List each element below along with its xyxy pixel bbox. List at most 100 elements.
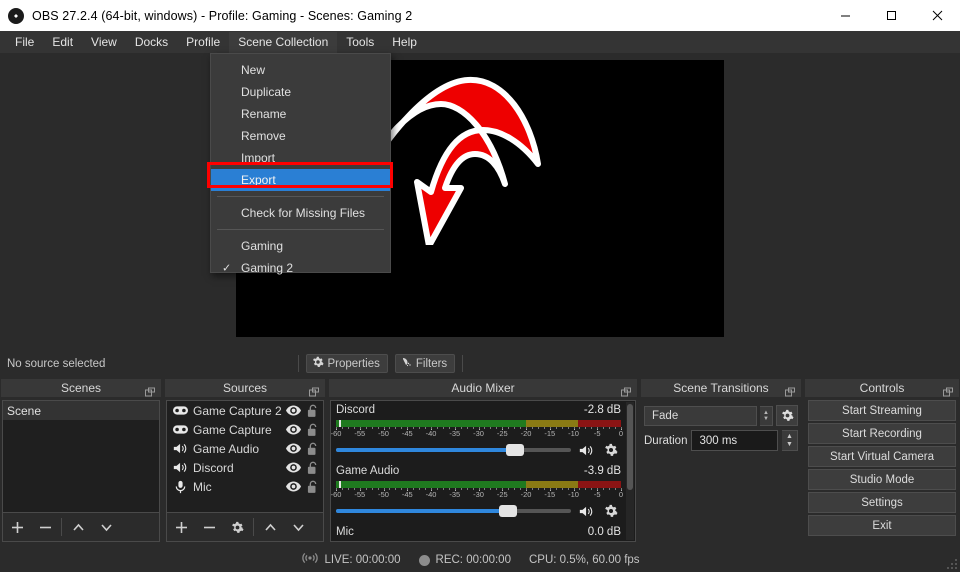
eye-icon[interactable] <box>283 443 303 454</box>
gear-icon[interactable] <box>601 504 621 518</box>
speaker-icon[interactable] <box>576 505 596 518</box>
unlocked-padlock-icon[interactable] <box>303 461 323 475</box>
start-virtual-camera-button[interactable]: Start Virtual Camera <box>808 446 956 467</box>
scene-collection-menu: New Duplicate Rename Remove Import Expor… <box>210 53 391 275</box>
close-button[interactable] <box>914 0 960 31</box>
track-header: Mic 0.0 dB <box>336 526 621 541</box>
meter-tick-label: -10 <box>568 429 579 438</box>
audio-mixer-scrollbar[interactable] <box>626 402 634 540</box>
unlocked-padlock-icon[interactable] <box>303 480 323 494</box>
menu-edit[interactable]: Edit <box>43 32 82 53</box>
menu-item-label: Gaming 2 <box>241 261 294 275</box>
eye-icon[interactable] <box>283 405 303 416</box>
list-item[interactable]: Scene <box>3 401 159 420</box>
transition-properties-button[interactable] <box>776 405 798 426</box>
duration-input[interactable]: 300 ms <box>691 430 778 451</box>
eye-icon[interactable] <box>283 424 303 435</box>
source-properties-button[interactable] <box>223 513 251 541</box>
scrollbar-thumb[interactable] <box>627 404 633 490</box>
meter-tick-label: -60 <box>331 429 342 438</box>
add-scene-button[interactable] <box>3 513 31 541</box>
undock-icon[interactable] <box>145 384 155 397</box>
speaker-icon <box>171 442 189 455</box>
menu-view[interactable]: View <box>82 32 126 53</box>
menu-item-export[interactable]: Export <box>211 169 390 191</box>
add-source-button[interactable] <box>167 513 195 541</box>
undock-icon[interactable] <box>309 384 319 397</box>
transition-spinner[interactable]: ▲ ▼ <box>760 405 773 426</box>
list-item[interactable]: Mic <box>167 477 323 496</box>
meter-tick-label: -15 <box>544 490 556 499</box>
obs-logo-icon <box>8 7 24 24</box>
chevron-up-icon[interactable]: ▲ <box>786 433 793 441</box>
gear-icon[interactable] <box>601 443 621 457</box>
duration-stepper[interactable]: ▲ ▼ <box>782 430 798 451</box>
menu-item-gaming[interactable]: Gaming <box>211 235 390 257</box>
scenes-list[interactable]: Scene <box>3 401 159 511</box>
start-recording-button[interactable]: Start Recording <box>808 423 956 444</box>
sources-list[interactable]: Game Capture 2 Game Capture Game Audio Disc… <box>167 401 323 511</box>
list-item[interactable]: Game Capture <box>167 420 323 439</box>
source-name: Game Audio <box>193 441 260 456</box>
menu-profile[interactable]: Profile <box>177 32 229 53</box>
menu-item-check-for-missing-files[interactable]: Check for Missing Files <box>211 202 390 224</box>
start-streaming-button[interactable]: Start Streaming <box>808 400 956 421</box>
menu-item-gaming-2[interactable]: ✓ Gaming 2 <box>211 257 390 279</box>
menu-item-import[interactable]: Import <box>211 147 390 169</box>
filters-button[interactable]: Filters <box>394 354 456 373</box>
menu-item-new[interactable]: New <box>211 59 390 81</box>
track-db-value: -3.9 dB <box>583 465 621 477</box>
volume-slider[interactable] <box>336 501 571 521</box>
maximize-button[interactable] <box>868 0 914 31</box>
eye-icon[interactable] <box>283 481 303 492</box>
menu-item-remove[interactable]: Remove <box>211 125 390 147</box>
properties-button[interactable]: Properties <box>306 354 388 373</box>
exit-button[interactable]: Exit <box>808 515 956 536</box>
move-scene-down-button[interactable] <box>92 513 120 541</box>
resize-grip-icon[interactable] <box>945 557 958 570</box>
meter-tick-label: 0 <box>618 490 624 499</box>
menu-help[interactable]: Help <box>383 32 426 53</box>
gamepad-icon <box>171 405 189 416</box>
volume-slider[interactable] <box>336 440 571 460</box>
eye-icon[interactable] <box>283 462 303 473</box>
meter-tick-label: -30 <box>473 429 484 438</box>
menu-file[interactable]: File <box>6 32 43 53</box>
scenes-dock-title: Scenes <box>0 378 162 398</box>
move-scene-up-button[interactable] <box>64 513 92 541</box>
list-item[interactable]: Game Audio <box>167 439 323 458</box>
menu-item-rename[interactable]: Rename <box>211 103 390 125</box>
window-title: OBS 27.2.4 (64-bit, windows) - Profile: … <box>32 8 413 23</box>
transition-select[interactable]: Fade <box>644 405 757 426</box>
undock-icon[interactable] <box>785 384 795 397</box>
move-source-up-button[interactable] <box>256 513 284 541</box>
chevron-down-icon[interactable]: ▼ <box>786 441 793 449</box>
undock-icon[interactable] <box>943 384 953 397</box>
unlocked-padlock-icon[interactable] <box>303 423 323 437</box>
source-name: Game Capture 2 <box>193 403 282 418</box>
minimize-button[interactable] <box>822 0 868 31</box>
obs-main-window: OBS 27.2.4 (64-bit, windows) - Profile: … <box>0 0 960 572</box>
unlocked-padlock-icon[interactable] <box>303 404 323 418</box>
menu-docks[interactable]: Docks <box>126 32 177 53</box>
gear-icon <box>312 356 325 371</box>
meter-tick-label: -20 <box>520 429 532 438</box>
checkmark-icon: ✓ <box>222 262 232 275</box>
unlocked-padlock-icon[interactable] <box>303 442 323 456</box>
meter-tick-label: -60 <box>331 490 342 499</box>
speaker-icon[interactable] <box>576 444 596 457</box>
remove-source-button[interactable] <box>195 513 223 541</box>
list-item[interactable]: Game Capture 2 <box>167 401 323 420</box>
move-source-down-button[interactable] <box>284 513 312 541</box>
menu-bar: File Edit View Docks Profile Scene Colle… <box>0 31 960 53</box>
scenes-dock: Scenes Scene <box>0 378 162 544</box>
menu-tools[interactable]: Tools <box>337 32 383 53</box>
menu-item-duplicate[interactable]: Duplicate <box>211 81 390 103</box>
list-item[interactable]: Discord <box>167 458 323 477</box>
menu-scene-collection[interactable]: Scene Collection <box>229 31 338 53</box>
menu-separator <box>217 196 384 197</box>
settings-button[interactable]: Settings <box>808 492 956 513</box>
remove-scene-button[interactable] <box>31 513 59 541</box>
studio-mode-button[interactable]: Studio Mode <box>808 469 956 490</box>
undock-icon[interactable] <box>621 384 631 397</box>
